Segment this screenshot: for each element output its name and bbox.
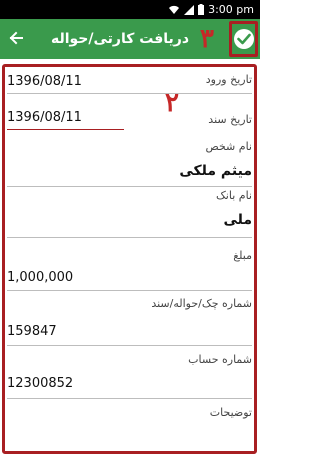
check-circle-icon [233, 29, 254, 49]
description-label: توضیحات [209, 406, 252, 419]
person-name-label: نام شخص [205, 140, 252, 153]
entry-date-field[interactable]: 1396/08/11 [7, 74, 82, 89]
annotation-marker-3: ٣ [200, 24, 214, 54]
cheque-number-underline [7, 345, 252, 346]
account-number-underline [7, 398, 252, 399]
doc-date-underline [7, 129, 124, 130]
wifi-icon [168, 5, 180, 15]
account-number-field[interactable]: 12300852 [7, 376, 73, 391]
cheque-number-field[interactable]: 159847 [7, 324, 57, 339]
bank-name-field[interactable]: ملی [223, 212, 252, 228]
battery-icon [198, 4, 205, 15]
amount-label: مبلغ [233, 249, 252, 262]
status-bar: 3:00 pm [0, 0, 260, 19]
confirm-button[interactable] [229, 21, 258, 57]
amount-field[interactable]: 1,000,000 [7, 270, 73, 285]
arrow-left-icon [9, 30, 23, 49]
doc-date-field[interactable]: 1396/08/11 [7, 110, 82, 125]
entry-date-label: تاریخ ورود [205, 73, 252, 86]
app-bar: دریافت کارتی/حواله ٣ [0, 19, 260, 59]
account-number-label: شماره حساب [188, 353, 252, 366]
bank-name-label: نام بانک [215, 189, 252, 202]
cheque-number-label: شماره چک/حواله/سند [151, 297, 252, 310]
person-name-field[interactable]: میثم ملکی [179, 163, 252, 179]
signal-icon [184, 4, 195, 15]
person-name-underline [7, 186, 252, 187]
back-button[interactable] [4, 27, 28, 51]
entry-date-underline [7, 93, 252, 94]
amount-underline [7, 290, 252, 291]
bank-name-underline [7, 237, 252, 238]
page-title: دریافت کارتی/حواله [50, 31, 190, 47]
form-container: ٢ تاریخ ورود 1396/08/11 تاریخ سند 1396/0… [2, 64, 257, 454]
status-time: 3:00 pm [208, 3, 254, 16]
doc-date-label: تاریخ سند [208, 113, 252, 126]
